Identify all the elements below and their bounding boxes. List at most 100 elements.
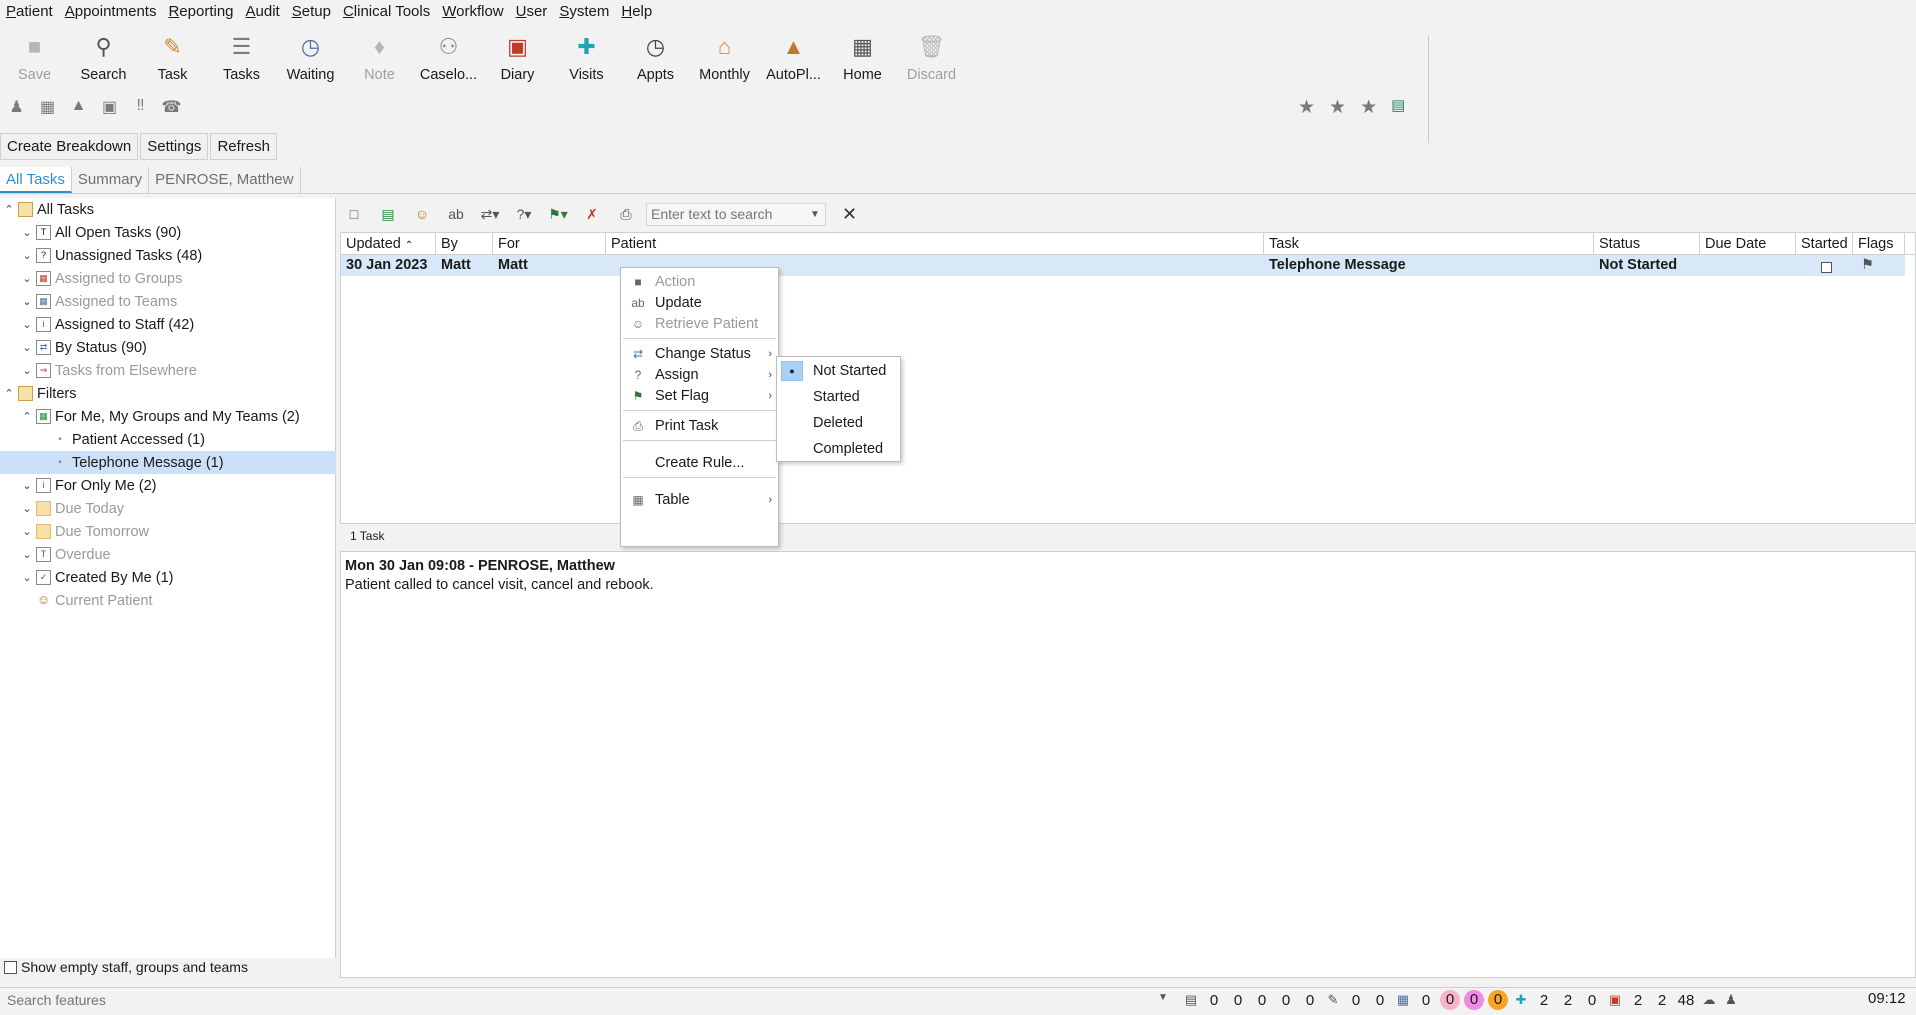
tree-item-staff[interactable]: ⌄ i Assigned to Staff (42) (18, 313, 194, 336)
retrieve-patient-icon[interactable]: ☺ (408, 206, 436, 222)
star-icon[interactable]: ★ (1360, 96, 1377, 119)
expand-icon[interactable]: ⌄ (18, 295, 36, 308)
appts-button[interactable]: ◷ Appts (621, 28, 690, 88)
status-badge[interactable]: 0 (1464, 990, 1484, 1010)
create-breakdown-button[interactable]: Create Breakdown (0, 133, 139, 160)
flag-icon[interactable]: ⚑▾ (544, 206, 572, 223)
visits-status-icon[interactable]: ✚ (1512, 992, 1530, 1008)
menu-system[interactable]: System (553, 0, 615, 24)
discard-button[interactable]: 🗑 Discard (897, 28, 966, 88)
flag-icon[interactable]: ⚑ (1856, 255, 1874, 276)
expand-icon[interactable]: ⌄ (18, 571, 36, 584)
column-header-started[interactable]: Started (1796, 233, 1853, 255)
tree-item-only-me[interactable]: ⌄ i For Only Me (2) (18, 474, 156, 497)
menu-item-action[interactable]: ■ Action (621, 271, 778, 293)
user-status-icon[interactable]: ♟ (1722, 992, 1740, 1008)
menu-reporting[interactable]: Reporting (162, 0, 239, 24)
tree-item-created-by-me[interactable]: ⌄ ✓ Created By Me (1) (18, 566, 173, 589)
status-option-not-started[interactable]: ● Not Started (777, 359, 900, 383)
menu-patient[interactable]: Patient (0, 0, 59, 24)
expand-icon[interactable]: ⌄ (18, 548, 36, 561)
tree-item-unassigned[interactable]: ⌄? Unassigned Tasks (48) (18, 244, 202, 267)
tasks-button[interactable]: ☰ Tasks (207, 28, 276, 88)
menu-appointments[interactable]: Appointments (59, 0, 163, 24)
column-header-by[interactable]: By (436, 233, 493, 255)
expand-icon[interactable]: ⌄ (18, 272, 36, 285)
tab-summary[interactable]: Summary (72, 167, 150, 193)
menu-help[interactable]: Help (615, 0, 658, 24)
menu-item-table[interactable]: ▦ Table › (621, 489, 778, 511)
collapse-icon[interactable]: ⌃ (0, 387, 18, 400)
note-button[interactable]: ♦ Note (345, 28, 414, 88)
notes-status-icon[interactable]: ✎ (1324, 992, 1342, 1008)
started-checkbox[interactable] (1821, 259, 1832, 280)
tree-item-teams[interactable]: ⌄ ▦ Assigned to Teams (18, 290, 177, 313)
autoplan-button[interactable]: ▲ AutoPl... (759, 28, 828, 88)
expand-icon[interactable]: ⌄ (18, 525, 36, 538)
tree-item-filters[interactable]: ⌃ Filters (0, 382, 76, 405)
collapse-icon[interactable]: ⌃ (18, 410, 36, 423)
assign-icon[interactable]: ?▾ (510, 206, 538, 223)
save-button[interactable]: ■ Save (0, 28, 69, 88)
expand-icon[interactable]: ⌄ (18, 364, 36, 377)
close-icon[interactable]: ✕ (842, 204, 857, 225)
menu-user[interactable]: User (510, 0, 554, 24)
menu-item-create-rule[interactable]: Create Rule... (621, 452, 778, 474)
expand-icon[interactable]: ⌄ (18, 249, 36, 262)
chevron-down-icon[interactable]: ▼ (810, 209, 826, 220)
star-icon[interactable]: ★ (1298, 96, 1315, 119)
tree-item-overdue[interactable]: ⌄ T Overdue (18, 543, 110, 566)
refresh-button[interactable]: Refresh (210, 133, 277, 160)
chart-icon[interactable]: ▤ (1391, 96, 1405, 119)
tree-item-for-me[interactable]: ⌃ ▦ For Me, My Groups and My Teams (2) (18, 405, 299, 428)
groups-status-icon[interactable]: ▦ (1394, 992, 1412, 1008)
update-icon[interactable]: ab (442, 206, 470, 222)
show-empty-checkbox[interactable]: Show empty staff, groups and teams (4, 959, 248, 975)
status-badge[interactable]: 0 (1488, 990, 1508, 1010)
tree-item-telephone-message[interactable]: • Telephone Message (1) (0, 451, 336, 474)
phone-tool-icon[interactable]: ☎ (161, 97, 182, 117)
collapse-icon[interactable]: ⌃ (0, 203, 18, 216)
home-button[interactable]: ▦ Home (828, 28, 897, 88)
menu-audit[interactable]: Audit (240, 0, 286, 24)
tree-item-elsewhere[interactable]: ⌄ ⇒ Tasks from Elsewhere (18, 359, 196, 382)
tab-all-tasks[interactable]: All Tasks (0, 167, 72, 193)
visits-button[interactable]: ✚ Visits (552, 28, 621, 88)
expand-icon[interactable]: ⌄ (18, 502, 36, 515)
search-button[interactable]: ⚲ Search (69, 28, 138, 88)
expand-icon[interactable]: ⌄ (18, 318, 36, 331)
caseload-button[interactable]: ⚇ Caselo... (414, 28, 483, 88)
status-option-deleted[interactable]: Deleted (777, 411, 900, 435)
search-input[interactable] (646, 202, 826, 226)
tree-item-due-today[interactable]: ⌄ Due Today (18, 497, 124, 520)
menu-item-update[interactable]: ab Update (621, 292, 778, 314)
column-header-updated[interactable]: Updated ⌃ (341, 233, 436, 255)
tree-item-patient-accessed[interactable]: • Patient Accessed (1) (54, 428, 205, 451)
menu-item-print-task[interactable]: ⎙ Print Task (621, 415, 778, 437)
checkbox-icon[interactable] (4, 960, 17, 974)
menu-setup[interactable]: Setup (286, 0, 337, 24)
diary-status-icon[interactable]: ▣ (1606, 992, 1624, 1008)
menu-clinical-tools[interactable]: Clinical Tools (337, 0, 436, 24)
menu-item-change-status[interactable]: ⇄ Change Status › (621, 343, 778, 365)
tree-item-groups[interactable]: ⌄ ▦ Assigned to Groups (18, 267, 182, 290)
menu-item-retrieve-patient[interactable]: ☺ Retrieve Patient (621, 313, 778, 335)
column-header-task[interactable]: Task (1264, 233, 1594, 255)
expand-icon[interactable]: ⌄ (18, 341, 36, 354)
tree-item-by-status[interactable]: ⌄ ⇄ By Status (90) (18, 336, 146, 359)
feature-search-input[interactable] (0, 990, 1172, 1010)
star-icon[interactable]: ★ (1329, 96, 1346, 119)
weather-icon[interactable]: ☁ (1700, 992, 1718, 1008)
print-icon[interactable]: ⎙ (612, 206, 640, 223)
tree-item-all-open[interactable]: ⌄ T All Open Tasks (90) (18, 221, 181, 244)
expand-icon[interactable]: ⌄ (18, 226, 36, 239)
chevron-down-icon[interactable]: ▼ (1158, 992, 1168, 1003)
status-option-started[interactable]: Started (777, 385, 900, 409)
column-header-status[interactable]: Status (1594, 233, 1700, 255)
delete-task-icon[interactable]: ✗ (578, 206, 606, 223)
menu-item-set-flag[interactable]: ⚑ Set Flag › (621, 385, 778, 407)
new-task-icon[interactable]: ▤ (374, 206, 402, 223)
select-all-icon[interactable]: □ (340, 206, 368, 222)
expand-icon[interactable]: ⌄ (18, 479, 36, 492)
column-header-due-date[interactable]: Due Date (1700, 233, 1796, 255)
